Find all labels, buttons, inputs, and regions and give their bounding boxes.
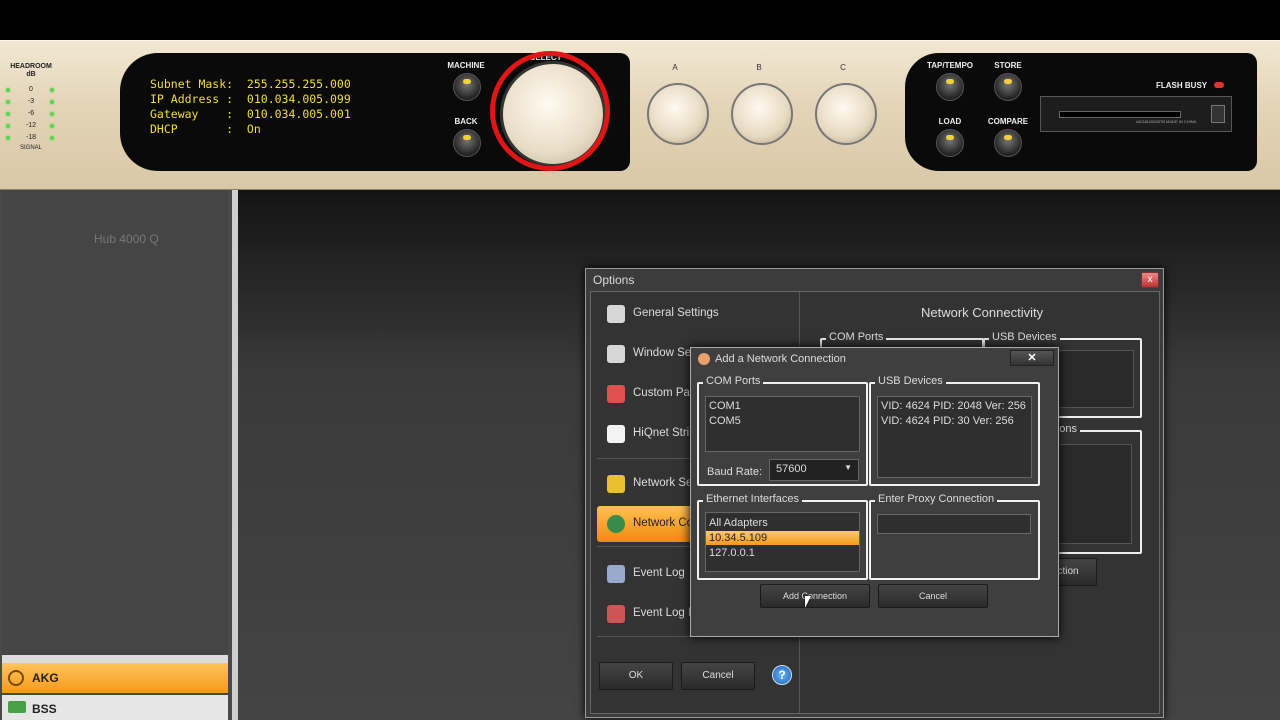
help-icon[interactable]: ? — [772, 665, 792, 685]
meter-row: -3 — [6, 97, 56, 107]
meter-row: -18 — [6, 133, 56, 143]
brand-item-bss[interactable]: BSS — [2, 695, 228, 720]
chevron-down-icon: ▼ — [844, 463, 852, 472]
baud-rate-select[interactable]: 57600 ▼ — [769, 459, 859, 481]
device-column — [2, 190, 228, 720]
dialog-title: Add a Network Connection — [715, 353, 846, 365]
card-slot-text: AKG81208267B MADE IN CHINA — [1136, 119, 1197, 124]
usb-devices-list[interactable]: VID: 4624 PID: 2048 Ver: 256 VID: 4624 P… — [877, 396, 1032, 478]
ethernet-interfaces-group: Ethernet Interfaces All Adapters 10.34.5… — [697, 493, 868, 580]
document-icon — [607, 425, 625, 443]
flash-busy-label: FLASH BUSY — [1156, 81, 1208, 90]
close-button[interactable]: x — [1141, 272, 1159, 288]
knob-c-label: C — [840, 63, 846, 72]
close-button[interactable]: ✕ — [1010, 350, 1054, 366]
window-icon — [607, 345, 625, 363]
group-label: COM Ports — [703, 375, 764, 387]
store-label: STORE — [994, 61, 1022, 70]
knob-b[interactable] — [731, 83, 793, 145]
card-slot-opening — [1059, 111, 1181, 118]
meter-row: 0 — [6, 85, 56, 95]
machine-label: MACHINE — [447, 61, 485, 70]
brand-label: AKG — [32, 671, 59, 685]
lcd-display: Subnet Mask: 255.255.255.000 IP Address … — [150, 77, 410, 141]
annotation-circle — [490, 51, 610, 171]
eject-button[interactable] — [1211, 105, 1225, 123]
lcd-line: DHCP : On — [150, 122, 261, 136]
meter-row: -12 — [6, 121, 56, 131]
baud-rate-label: Baud Rate: — [707, 466, 763, 478]
panel-title: Network Connectivity — [921, 305, 1044, 320]
dialog-title: Options — [593, 273, 635, 287]
lcd-line: Subnet Mask: 255.255.255.000 — [150, 77, 351, 91]
compare-label: COMPARE — [987, 117, 1029, 126]
lcd-line: Gateway : 010.034.005.001 — [150, 107, 351, 121]
device-panel: Hub 4000 Q — [0, 190, 232, 720]
network-settings-icon — [607, 475, 625, 493]
event-log-icon — [607, 565, 625, 583]
event-messages-icon — [607, 605, 625, 623]
list-item-selected[interactable]: 10.34.5.109 — [706, 531, 859, 545]
bss-logo-icon — [8, 701, 26, 713]
add-network-connection-dialog: Add a Network Connection ✕ COM Ports COM… — [690, 347, 1059, 637]
hardware-front-panel: HEADROOM dB 0 -3 -6 -12 -18 SIGNAL Subne… — [0, 40, 1280, 191]
sidebar-item-general-settings[interactable]: General Settings — [597, 296, 795, 332]
add-connection-button[interactable]: Add Connection — [760, 584, 870, 608]
list-item[interactable]: COM5 — [706, 414, 859, 428]
flash-busy-led — [1214, 82, 1224, 88]
mouse-cursor-icon — [805, 596, 811, 608]
knob-a-label: A — [672, 63, 678, 72]
signal-label: SIGNAL — [19, 145, 42, 151]
back-label: BACK — [454, 117, 478, 126]
meter-row: -6 — [6, 109, 56, 119]
proxy-connection-group: Enter Proxy Connection — [869, 493, 1040, 580]
tap-tempo-label: TAP/TEMPO — [926, 61, 974, 70]
knob-b-label: B — [756, 63, 762, 72]
group-label: COM Ports — [826, 331, 887, 343]
akg-logo-icon — [8, 670, 24, 686]
proxy-connection-input[interactable] — [877, 514, 1031, 534]
usb-devices-group: USB Devices VID: 4624 PID: 2048 Ver: 256… — [869, 375, 1040, 486]
sidebar-item-label: General Settings — [633, 307, 719, 319]
load-button[interactable] — [936, 129, 964, 157]
cancel-button[interactable]: Cancel — [681, 662, 755, 690]
group-label: Enter Proxy Connection — [875, 493, 998, 505]
load-label: LOAD — [938, 117, 962, 126]
group-label: USB Devices — [875, 375, 946, 387]
globe-icon — [607, 515, 625, 533]
group-label: USB Devices — [989, 331, 1060, 343]
group-label: Ethernet Interfaces — [703, 493, 802, 505]
sidebar-item-label: Event Log — [633, 567, 685, 579]
compare-button[interactable] — [994, 129, 1022, 157]
com-ports-group: COM Ports COM1 COM5 Baud Rate: 57600 ▼ — [697, 375, 868, 486]
knob-c[interactable] — [815, 83, 877, 145]
cancel-button[interactable]: Cancel — [878, 584, 988, 608]
machine-button[interactable] — [453, 73, 481, 101]
lcd-line: IP Address : 010.034.005.099 — [150, 92, 351, 106]
com-ports-list[interactable]: COM1 COM5 — [705, 396, 860, 452]
card-slot[interactable]: AKG81208267B MADE IN CHINA — [1040, 96, 1232, 132]
headroom-meter: HEADROOM dB 0 -3 -6 -12 -18 SIGNAL — [0, 61, 60, 161]
list-item[interactable]: All Adapters — [706, 516, 859, 530]
tap-tempo-button[interactable] — [936, 73, 964, 101]
custom-panel-icon — [607, 385, 625, 403]
dialog-icon — [698, 353, 710, 365]
store-button[interactable] — [994, 73, 1022, 101]
brand-item-akg[interactable]: AKG — [2, 663, 228, 693]
list-resize-handle[interactable] — [2, 655, 228, 663]
device-label: Hub 4000 Q — [94, 232, 159, 246]
brand-label: BSS — [32, 702, 57, 716]
settings-icon — [607, 305, 625, 323]
baud-rate-value: 57600 — [776, 463, 807, 475]
back-button[interactable] — [453, 129, 481, 157]
list-item[interactable]: 127.0.0.1 — [706, 546, 859, 560]
list-item[interactable]: VID: 4624 PID: 2048 Ver: 256 — [878, 399, 1031, 413]
knob-a[interactable] — [647, 83, 709, 145]
list-item[interactable]: COM1 — [706, 399, 859, 413]
list-item[interactable]: VID: 4624 PID: 30 Ver: 256 — [878, 414, 1031, 428]
ethernet-interfaces-list[interactable]: All Adapters 10.34.5.109 127.0.0.1 — [705, 512, 860, 572]
meter-title: HEADROOM dB — [10, 63, 52, 78]
ok-button[interactable]: OK — [599, 662, 673, 690]
